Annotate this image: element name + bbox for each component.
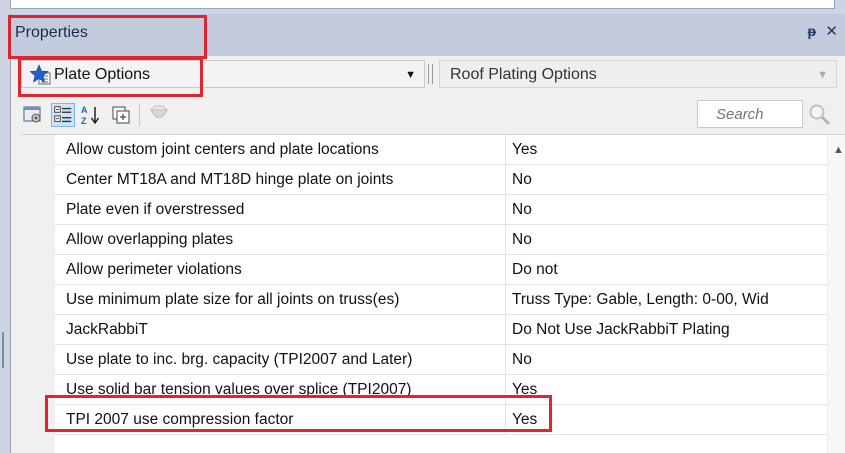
property-row[interactable]: Plate even if overstressed No — [55, 195, 827, 225]
property-name: Use plate to inc. brg. capacity (TPI2007… — [55, 345, 506, 374]
property-row[interactable]: Allow custom joint centers and plate loc… — [55, 135, 827, 165]
svg-text:Z: Z — [81, 116, 87, 126]
grid-gutter — [21, 135, 55, 453]
alphabetical-sort-icon[interactable]: A Z — [79, 103, 103, 127]
scroll-up-icon[interactable]: ▲ — [833, 144, 844, 156]
star-document-icon — [30, 64, 51, 85]
search-input[interactable] — [698, 101, 802, 127]
pin-icon[interactable]: ᵽ — [807, 23, 816, 39]
property-value[interactable]: Truss Type: Gable, Length: 0-00, Wid — [507, 285, 827, 314]
options-category-value: Roof Plating Options — [450, 66, 597, 83]
options-category-dropdown[interactable]: Roof Plating Options ▼ — [439, 60, 837, 88]
property-value[interactable]: Yes — [507, 405, 827, 434]
chevron-down-icon[interactable]: ▼ — [817, 69, 828, 81]
property-name: Plate even if overstressed — [55, 195, 506, 224]
property-name: Use minimum plate size for all joints on… — [55, 285, 506, 314]
property-value[interactable]: Do Not Use JackRabbiT Plating — [507, 315, 827, 344]
filter-icon[interactable] — [147, 103, 171, 127]
property-row[interactable]: Allow perimeter violations Do not — [55, 255, 827, 285]
property-value[interactable]: Yes — [507, 375, 827, 404]
property-value[interactable]: Yes — [507, 135, 827, 164]
property-name: JackRabbiT — [55, 315, 506, 344]
property-row[interactable]: Use plate to inc. brg. capacity (TPI2007… — [55, 345, 827, 375]
property-row[interactable]: Use solid bar tension values over splice… — [55, 375, 827, 405]
property-value[interactable]: No — [507, 225, 827, 254]
property-row[interactable]: Use minimum plate size for all joints on… — [55, 285, 827, 315]
property-row[interactable]: JackRabbiT Do Not Use JackRabbiT Plating — [55, 315, 827, 345]
object-type-dropdown[interactable]: Plate Options ▼ — [21, 60, 425, 88]
object-type-value: Plate Options — [54, 66, 151, 83]
property-row[interactable]: TPI 2007 use compression factor Yes — [55, 405, 827, 435]
previous-window-content — [10, 0, 835, 9]
previous-window-strip — [0, 0, 845, 14]
property-name: Allow custom joint centers and plate loc… — [55, 135, 506, 164]
svg-text:A: A — [81, 105, 88, 115]
property-value[interactable]: Do not — [507, 255, 827, 284]
toolbar-separator — [139, 104, 140, 126]
property-value[interactable]: No — [507, 345, 827, 374]
property-name: Allow overlapping plates — [55, 225, 506, 254]
vertical-scrollbar[interactable]: ▲ — [827, 135, 845, 453]
chevron-down-icon[interactable]: ▼ — [405, 69, 416, 81]
close-icon[interactable]: ✕ — [825, 22, 838, 40]
property-name: TPI 2007 use compression factor — [55, 405, 506, 434]
property-value[interactable]: No — [507, 165, 827, 194]
panel-titlebar: Properties ᵽ ✕ — [11, 14, 845, 56]
property-grid: Allow custom joint centers and plate loc… — [21, 134, 845, 453]
property-name: Center MT18A and MT18D hinge plate on jo… — [55, 165, 506, 194]
categorized-view-icon[interactable] — [51, 103, 75, 127]
properties-toolbar: A Z — [11, 94, 845, 134]
dock-splitter-mark[interactable] — [2, 332, 4, 368]
properties-panel: Properties ᵽ ✕ Plate Options ▼ Roof Plat… — [10, 14, 845, 453]
dock-left-edge — [0, 14, 10, 453]
panel-title: Properties — [15, 24, 88, 41]
search-icon[interactable] — [807, 102, 833, 128]
object-selector-row: Plate Options ▼ Roof Plating Options ▼ — [11, 56, 845, 94]
property-name: Use solid bar tension values over splice… — [55, 375, 506, 404]
selector-separator — [427, 64, 435, 84]
property-row[interactable]: Allow overlapping plates No — [55, 225, 827, 255]
property-name: Allow perimeter violations — [55, 255, 506, 284]
search-field[interactable] — [697, 100, 803, 128]
property-pages-icon[interactable] — [21, 103, 45, 127]
expand-all-icon[interactable] — [109, 103, 133, 127]
property-row[interactable]: Center MT18A and MT18D hinge plate on jo… — [55, 165, 827, 195]
property-value[interactable]: No — [507, 195, 827, 224]
